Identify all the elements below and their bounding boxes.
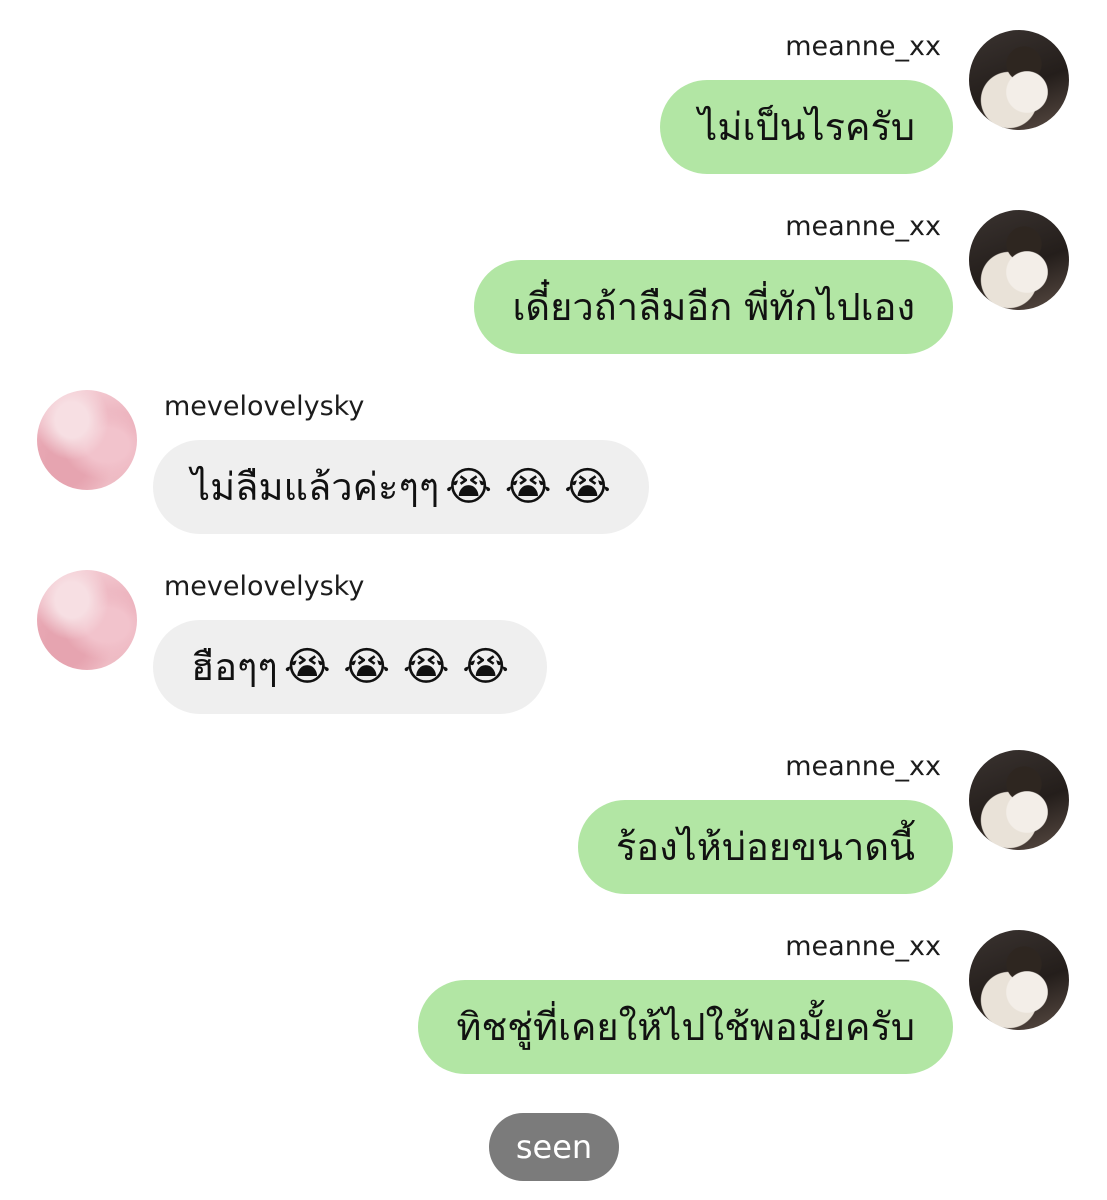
message-text: ไม่เป็นไรครับ	[698, 105, 915, 149]
crying-face-emoji: 😭 😭 😭	[445, 464, 611, 510]
message-bubble-sent[interactable]: เดี๋ยวถ้าลืมอีก พี่ทักไปเอง	[474, 260, 953, 354]
message-row: meanne_xx ร้องไห้บ่อยขนาดนี้	[0, 750, 1107, 900]
message-bubble-received[interactable]: ฮือๆๆ 😭 😭 😭 😭	[153, 620, 547, 714]
avatar[interactable]	[37, 570, 137, 670]
sender-username[interactable]: mevelovelysky	[164, 570, 364, 604]
message-text: ร้องไห้บ่อยขนาดนี้	[615, 825, 915, 869]
message-bubble-sent[interactable]: ทิชชู่ที่เคยให้ไปใช้พอมั้ยครับ	[418, 980, 953, 1074]
message-row: meanne_xx ไม่เป็นไรครับ	[0, 30, 1107, 180]
message-row: meanne_xx ทิชชู่ที่เคยให้ไปใช้พอมั้ยครับ	[0, 930, 1107, 1080]
message-row: mevelovelysky ไม่ลืมแล้วค่ะๆๆ 😭 😭 😭	[0, 390, 1107, 540]
avatar[interactable]	[969, 210, 1069, 310]
message-bubble-received[interactable]: ไม่ลืมแล้วค่ะๆๆ 😭 😭 😭	[153, 440, 649, 534]
sender-username[interactable]: meanne_xx	[785, 750, 941, 784]
message-row: meanne_xx เดี๋ยวถ้าลืมอีก พี่ทักไปเอง	[0, 210, 1107, 360]
message-bubble-sent[interactable]: ไม่เป็นไรครับ	[660, 80, 953, 174]
message-row: mevelovelysky ฮือๆๆ 😭 😭 😭 😭	[0, 570, 1107, 720]
message-text: ฮือๆๆ	[191, 645, 278, 689]
avatar[interactable]	[969, 30, 1069, 130]
seen-status-badge: seen	[489, 1113, 619, 1181]
avatar[interactable]	[969, 750, 1069, 850]
avatar[interactable]	[37, 390, 137, 490]
chat-thread: meanne_xx ไม่เป็นไรครับ meanne_xx เดี๋ยว…	[0, 0, 1107, 1200]
sender-username[interactable]: meanne_xx	[785, 930, 941, 964]
message-text: เดี๋ยวถ้าลืมอีก พี่ทักไปเอง	[512, 285, 915, 329]
message-text: ทิชชู่ที่เคยให้ไปใช้พอมั้ยครับ	[456, 1005, 915, 1049]
crying-face-emoji: 😭 😭 😭 😭	[283, 644, 509, 690]
sender-username[interactable]: meanne_xx	[785, 210, 941, 244]
sender-username[interactable]: meanne_xx	[785, 30, 941, 64]
sender-username[interactable]: mevelovelysky	[164, 390, 364, 424]
message-bubble-sent[interactable]: ร้องไห้บ่อยขนาดนี้	[577, 800, 953, 894]
message-text: ไม่ลืมแล้วค่ะๆๆ	[191, 465, 440, 509]
avatar[interactable]	[969, 930, 1069, 1030]
